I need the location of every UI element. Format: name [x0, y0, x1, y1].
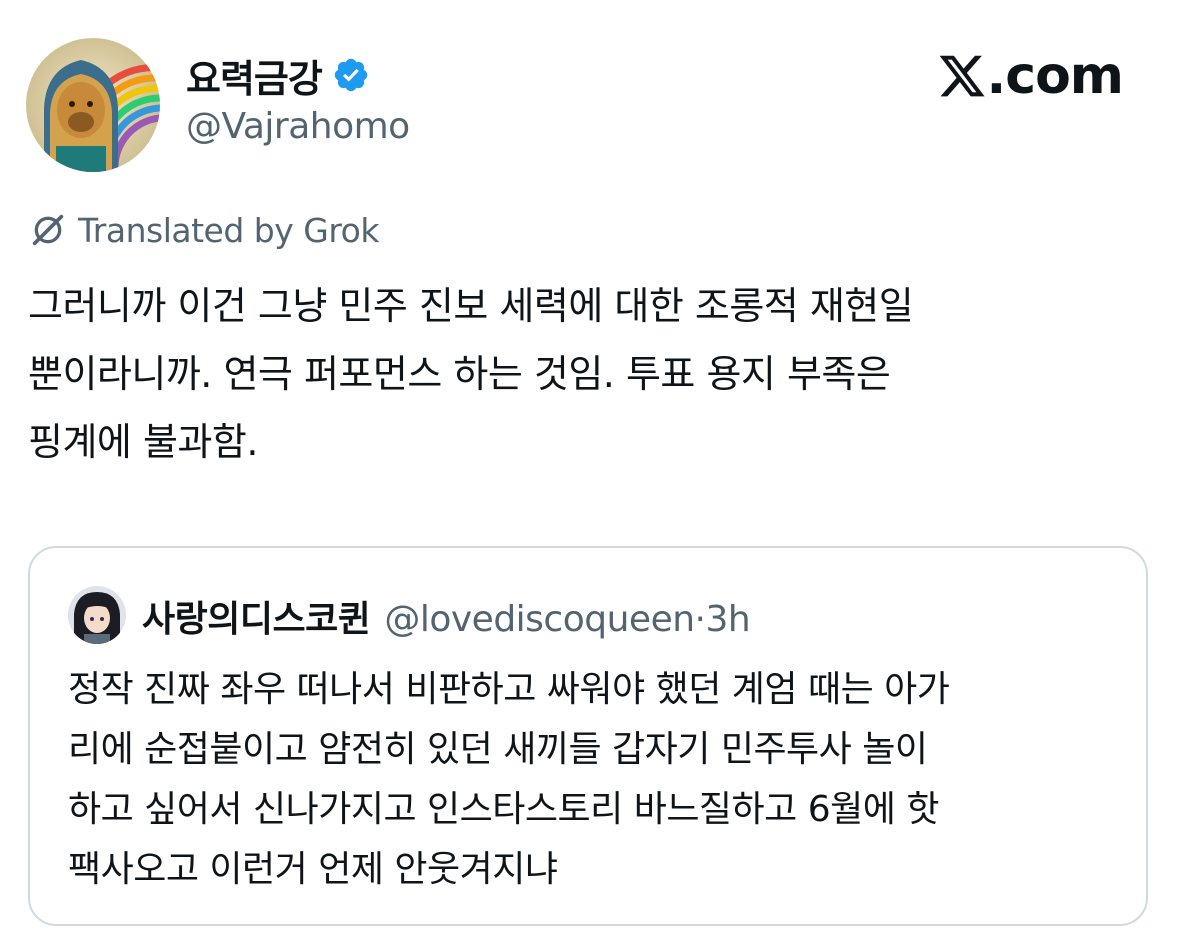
anime-girl-avatar [68, 586, 126, 644]
translation-label: Translated by Grok [78, 210, 379, 250]
author-name-row: 요력금강 [186, 48, 370, 103]
lion-pharaoh-rainbow-avatar [26, 38, 160, 172]
translation-notice[interactable]: Translated by Grok [28, 210, 379, 250]
quoted-author-avatar[interactable] [68, 586, 126, 644]
author-handle[interactable]: @Vajrahomo [186, 106, 410, 147]
quoted-handle-text: @lovediscoqueen [384, 599, 695, 640]
grok-icon [32, 214, 64, 246]
author-avatar[interactable] [26, 38, 160, 172]
x-logo-icon [939, 55, 985, 97]
author-display-name[interactable]: 요력금강 [186, 48, 323, 103]
verified-badge-icon [332, 56, 370, 94]
quoted-tweet-text: 정작 진짜 좌우 떠나서 비판하고 싸워야 했던 계엄 때는 아가 리에 순접붙… [68, 669, 950, 890]
quoted-tweet-card[interactable]: 사랑의디스코퀸 @lovediscoqueen·3h 정작 진짜 좌우 떠나서 … [28, 546, 1148, 926]
meta-separator: · [694, 599, 706, 640]
quoted-tweet-header: 사랑의디스코퀸 @lovediscoqueen·3h [142, 590, 751, 642]
quoted-author-handle[interactable]: @lovediscoqueen·3h [384, 599, 750, 640]
quoted-tweet-time: 3h [705, 599, 751, 640]
quoted-author-display-name[interactable]: 사랑의디스코퀸 [142, 590, 371, 642]
brand-watermark: .com [937, 46, 1124, 106]
brand-text: .com [986, 46, 1124, 106]
tweet-text: 그러니까 이건 그냥 민주 진보 세력에 대한 조롱적 재현일 뿐이라니까. 연… [28, 284, 914, 464]
